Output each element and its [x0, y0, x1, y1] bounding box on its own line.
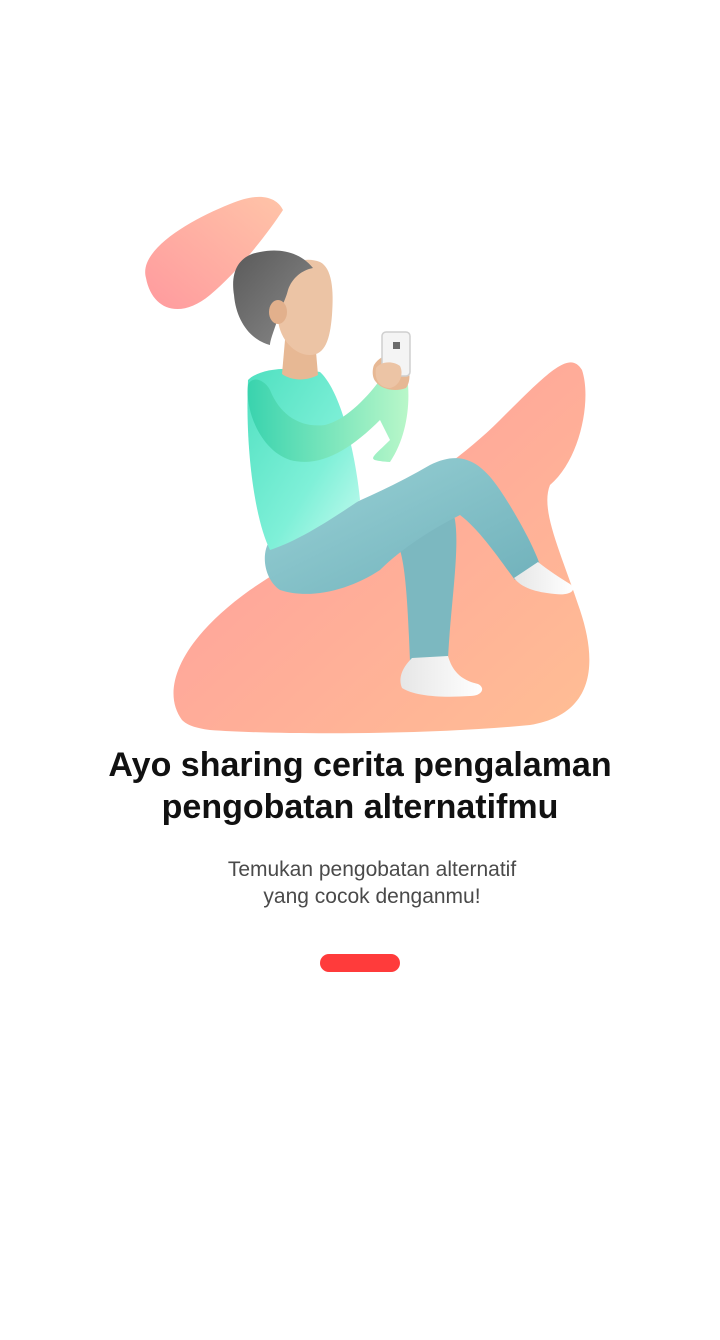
person-using-phone-illustration	[145, 196, 590, 734]
page-indicator-active[interactable]	[320, 954, 400, 972]
title-line-2: pengobatan alternatifmu	[161, 788, 559, 826]
page-title: Ayo sharing cerita pengalaman pengobatan…	[40, 744, 680, 828]
subtitle-line-1: Temukan pengobatan alternatif	[227, 858, 517, 881]
page-subtitle: Temukan pengobatan alternatif yang cocok…	[72, 856, 672, 910]
title-line-1: Ayo sharing cerita pengalaman	[108, 746, 612, 784]
subtitle-line-2: yang cocok denganmu!	[263, 885, 481, 908]
onboarding-screen: Ayo sharing cerita pengalaman pengobatan…	[0, 0, 720, 1340]
